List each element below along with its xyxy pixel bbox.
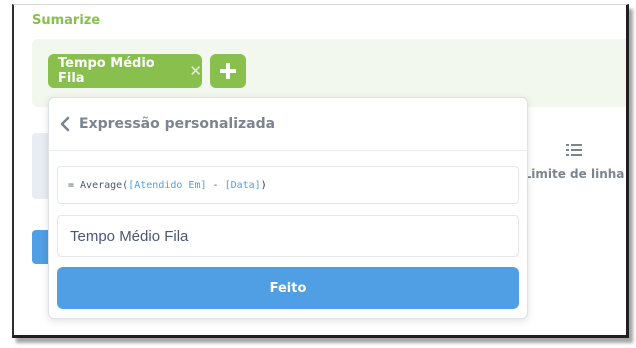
- list-icon: [566, 144, 582, 156]
- expression-field-1: [Atendido Em]: [128, 179, 207, 191]
- popover-header[interactable]: Expressão personalizada: [49, 98, 527, 151]
- expression-field-2: [Data]: [224, 179, 261, 191]
- close-icon[interactable]: ✕: [189, 62, 202, 80]
- row-limit-option[interactable]: Limite de linha: [519, 143, 626, 182]
- section-title: Sumarize: [32, 13, 101, 28]
- custom-expression-popover: Expressão personalizada = Average([Atend…: [48, 97, 528, 319]
- expression-prefix: = Average(: [68, 179, 129, 191]
- row-limit-label: Limite de linha: [523, 167, 625, 181]
- done-button[interactable]: Feito: [57, 267, 519, 309]
- name-input[interactable]: Tempo Médio Fila: [57, 215, 519, 257]
- popover-title: Expressão personalizada: [79, 116, 276, 132]
- expression-suffix: ): [260, 179, 267, 191]
- aggregation-chip[interactable]: Tempo Médio Fila ✕: [48, 54, 202, 88]
- aggregation-chip-label: Tempo Médio Fila: [58, 56, 155, 86]
- add-aggregation-button[interactable]: [210, 54, 246, 88]
- summarize-panel: Sumarize Tempo Médio Fila ✕ Limite de li…: [12, 4, 629, 338]
- expression-editor[interactable]: = Average([Atendido Em] - [Data]): [57, 166, 519, 204]
- chevron-left-icon[interactable]: [59, 116, 71, 132]
- expression-operator: -: [206, 179, 225, 191]
- plus-icon: [220, 63, 236, 79]
